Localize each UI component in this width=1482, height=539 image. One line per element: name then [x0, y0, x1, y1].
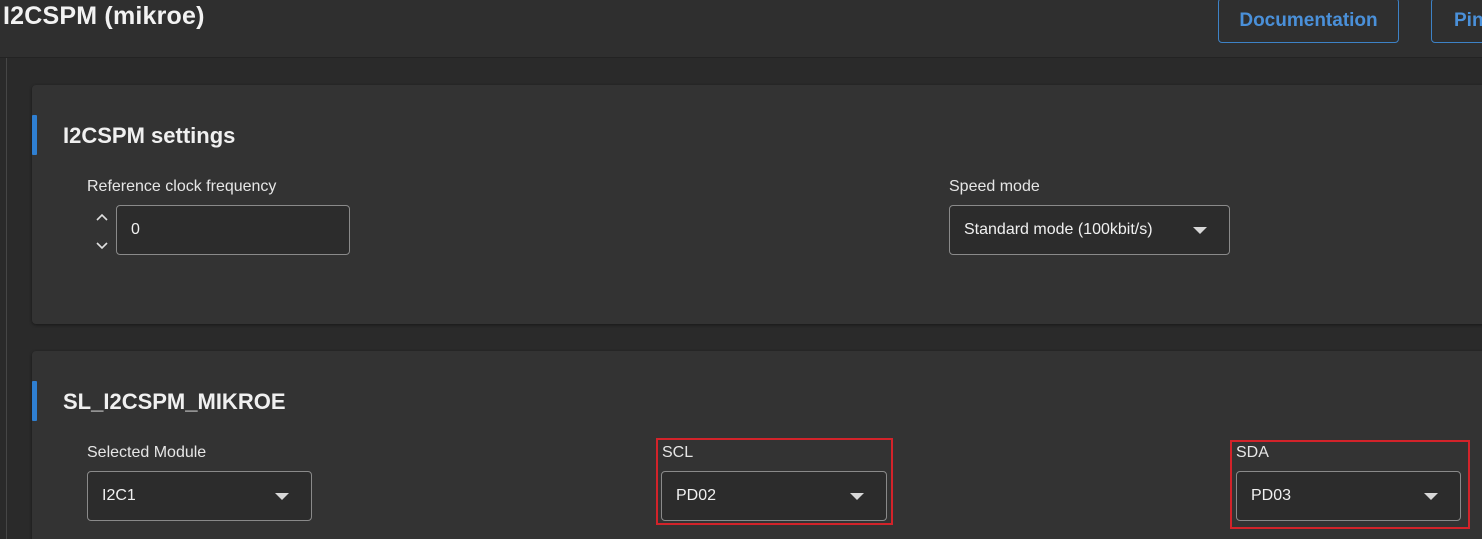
selected-module-select[interactable]: I2C1 [87, 471, 312, 521]
dropdown-caret-icon [850, 493, 864, 500]
sda-label: SDA [1236, 444, 1269, 461]
settings-card: I2CSPM settings Reference clock frequenc… [32, 85, 1482, 324]
scl-label: SCL [662, 444, 694, 461]
instance-card-title: SL_I2CSPM_MIKROE [63, 389, 286, 414]
card-accent-bar [32, 115, 37, 155]
ref-clock-input[interactable] [116, 205, 350, 255]
scl-select[interactable]: PD02 [661, 471, 887, 521]
settings-card-title: I2CSPM settings [63, 123, 236, 148]
card-accent-bar [32, 381, 37, 421]
speed-mode-label: Speed mode [949, 178, 1040, 195]
selected-module-value: I2C1 [102, 487, 136, 504]
dropdown-caret-icon [1424, 493, 1438, 500]
ref-clock-label: Reference clock frequency [87, 178, 277, 195]
scl-value: PD02 [676, 487, 717, 504]
left-divider [6, 58, 7, 539]
dropdown-caret-icon [1193, 227, 1207, 234]
page-title: I2CSPM (mikroe) [3, 2, 205, 30]
ref-clock-stepper[interactable] [94, 207, 110, 257]
speed-mode-value: Standard mode (100kbit/s) [964, 221, 1153, 238]
chevron-down-icon[interactable] [96, 242, 108, 250]
instance-card: SL_I2CSPM_MIKROE Selected Module I2C1 SC… [32, 351, 1482, 539]
speed-mode-select[interactable]: Standard mode (100kbit/s) [949, 205, 1230, 255]
sda-value: PD03 [1251, 487, 1292, 504]
pin-tool-button[interactable]: Pin [1431, 0, 1482, 43]
chevron-up-icon[interactable] [96, 213, 108, 221]
selected-module-label: Selected Module [87, 444, 207, 461]
dropdown-caret-icon [275, 493, 289, 500]
documentation-button[interactable]: Documentation [1218, 0, 1399, 43]
top-bar: I2CSPM (mikroe) Documentation Pin [0, 0, 1482, 58]
sda-select[interactable]: PD03 [1236, 471, 1461, 521]
